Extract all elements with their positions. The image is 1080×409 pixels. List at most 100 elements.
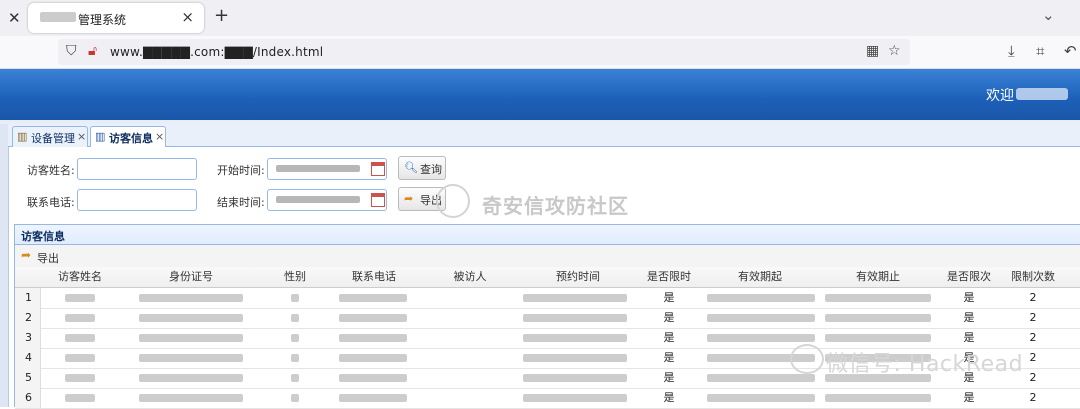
blurred-cell bbox=[291, 314, 299, 322]
download-icon[interactable]: ⤓ bbox=[1008, 42, 1015, 60]
blurred-cell bbox=[291, 354, 299, 362]
blurred-cell bbox=[707, 334, 815, 342]
row-number-header bbox=[15, 267, 42, 288]
visitor-name-input[interactable] bbox=[77, 158, 197, 180]
tab-close-icon[interactable]: × bbox=[77, 130, 86, 143]
column-header[interactable]: 预约时间 bbox=[519, 267, 638, 288]
browser-tab[interactable]: 管理系统 × bbox=[28, 3, 204, 33]
blurred-cell bbox=[523, 334, 627, 342]
url-text[interactable]: www.▇▇▇▇▇.com:▇▇▇/Index.html bbox=[110, 45, 323, 59]
blurred-cell bbox=[291, 394, 299, 402]
blurred-cell bbox=[139, 354, 243, 362]
tab-label: 设备管理 bbox=[31, 132, 75, 145]
blurred-cell bbox=[139, 314, 243, 322]
limited-time-cell: 是 bbox=[663, 391, 675, 404]
toolbar-export-button[interactable]: 导出 bbox=[37, 250, 59, 266]
row-number: 2 bbox=[15, 308, 41, 328]
phone-input[interactable] bbox=[77, 189, 197, 211]
end-time-input[interactable] bbox=[267, 189, 387, 211]
close-window-icon[interactable]: ✕ bbox=[8, 9, 21, 27]
blurred-cell bbox=[65, 394, 95, 402]
blurred-username bbox=[1016, 88, 1068, 100]
lock-icon[interactable]: 🔓︎ bbox=[88, 43, 97, 59]
table-row[interactable]: 6 是 是 2 bbox=[15, 388, 1080, 409]
blurred-cell bbox=[339, 374, 407, 382]
back-arrow-icon[interactable]: ↶ bbox=[1064, 42, 1077, 60]
table-row[interactable]: 1 是 是 2 bbox=[15, 288, 1080, 309]
crop-icon[interactable]: ⌗ bbox=[1036, 42, 1044, 60]
tab-device-management[interactable]: ▥ 设备管理 × bbox=[12, 126, 88, 147]
calendar-icon[interactable] bbox=[371, 162, 385, 176]
start-time-input[interactable] bbox=[267, 158, 387, 180]
column-header[interactable]: 身份证号 bbox=[119, 267, 264, 288]
chevron-down-icon[interactable]: ⌄ bbox=[1042, 6, 1055, 24]
column-header[interactable]: 是否限次 bbox=[937, 267, 1002, 288]
row-number: 1 bbox=[15, 288, 41, 308]
blurred-cell bbox=[523, 394, 627, 402]
blurred-cell bbox=[291, 374, 299, 382]
column-header[interactable]: 被访人 bbox=[421, 267, 520, 288]
blurred-text bbox=[40, 12, 76, 22]
new-tab-icon[interactable]: + bbox=[214, 5, 229, 26]
blurred-cell bbox=[139, 394, 243, 402]
blurred-cell bbox=[707, 374, 815, 382]
column-header[interactable]: 有效期止 bbox=[819, 267, 938, 288]
book-icon: ▥ bbox=[17, 130, 28, 143]
address-bar[interactable]: ⛉ 🔓︎ www.▇▇▇▇▇.com:▇▇▇/Index.html ▦ ☆ bbox=[58, 39, 910, 65]
limited-count-cell: 是 bbox=[963, 291, 975, 304]
tab-visitor-info[interactable]: ▥ 访客信息 × bbox=[90, 126, 166, 148]
visitor-name-label: 访客姓名: bbox=[27, 164, 75, 177]
query-button-label: 查询 bbox=[420, 163, 442, 176]
watermark-logo-icon bbox=[436, 184, 470, 218]
blurred-cell bbox=[291, 294, 299, 302]
blurred-cell bbox=[707, 314, 815, 322]
blurred-cell bbox=[339, 334, 407, 342]
blurred-cell bbox=[523, 294, 627, 302]
column-header[interactable]: 限制次数 bbox=[1001, 267, 1066, 288]
row-number: 5 bbox=[15, 368, 41, 388]
table-row[interactable]: 2 是 是 2 bbox=[15, 308, 1080, 329]
panel-title: 访客信息 bbox=[14, 224, 1080, 245]
column-header[interactable]: 访客姓名 bbox=[41, 267, 120, 288]
limited-time-cell: 是 bbox=[663, 371, 675, 384]
qr-code-icon[interactable]: ▦ bbox=[866, 43, 879, 59]
blurred-cell bbox=[707, 294, 815, 302]
blurred-cell bbox=[291, 334, 299, 342]
column-header[interactable]: 性别 bbox=[263, 267, 328, 288]
blurred-cell bbox=[523, 314, 627, 322]
export-icon[interactable]: ➦ bbox=[21, 248, 31, 262]
watermark-wechat-text: 微信号: HackRead bbox=[826, 352, 1024, 377]
count-cell: 2 bbox=[1029, 311, 1037, 324]
grid-toolbar: ➦ 导出 bbox=[14, 245, 1080, 267]
blurred-cell bbox=[339, 394, 407, 402]
blurred-cell bbox=[523, 374, 627, 382]
blurred-value bbox=[276, 196, 360, 203]
count-cell: 2 bbox=[1029, 331, 1037, 344]
tab-close-icon[interactable]: × bbox=[155, 130, 164, 143]
browser-nav-bar: ⛉ 🔓︎ www.▇▇▇▇▇.com:▇▇▇/Index.html ▦ ☆ ⤓ … bbox=[0, 36, 1080, 69]
column-header[interactable]: 联系电话 bbox=[327, 267, 422, 288]
left-collapsed-panel[interactable] bbox=[0, 124, 9, 407]
welcome-text: 欢迎 bbox=[986, 88, 1014, 104]
blurred-cell bbox=[139, 294, 243, 302]
column-header[interactable]: 有效期起 bbox=[701, 267, 820, 288]
watermark-text: 奇安信攻防社区 bbox=[482, 194, 629, 218]
blurred-cell bbox=[65, 354, 95, 362]
shield-icon[interactable]: ⛉ bbox=[66, 43, 77, 59]
blurred-cell bbox=[139, 334, 243, 342]
close-tab-icon[interactable]: × bbox=[181, 8, 194, 26]
query-button[interactable]: 🔍︎ 查询 bbox=[398, 156, 446, 180]
blurred-cell bbox=[339, 314, 407, 322]
column-header[interactable]: 是否限时 bbox=[637, 267, 702, 288]
browser-tab-title: 管理系统 bbox=[78, 13, 127, 27]
blurred-cell bbox=[139, 374, 243, 382]
search-icon: 🔍︎ bbox=[404, 161, 418, 174]
calendar-icon[interactable] bbox=[371, 193, 385, 207]
blurred-cell bbox=[339, 354, 407, 362]
row-number: 6 bbox=[15, 388, 41, 408]
blurred-cell bbox=[825, 334, 931, 342]
blurred-cell bbox=[339, 294, 407, 302]
blurred-cell bbox=[825, 294, 931, 302]
limited-time-cell: 是 bbox=[663, 311, 675, 324]
bookmark-star-icon[interactable]: ☆ bbox=[888, 43, 901, 59]
